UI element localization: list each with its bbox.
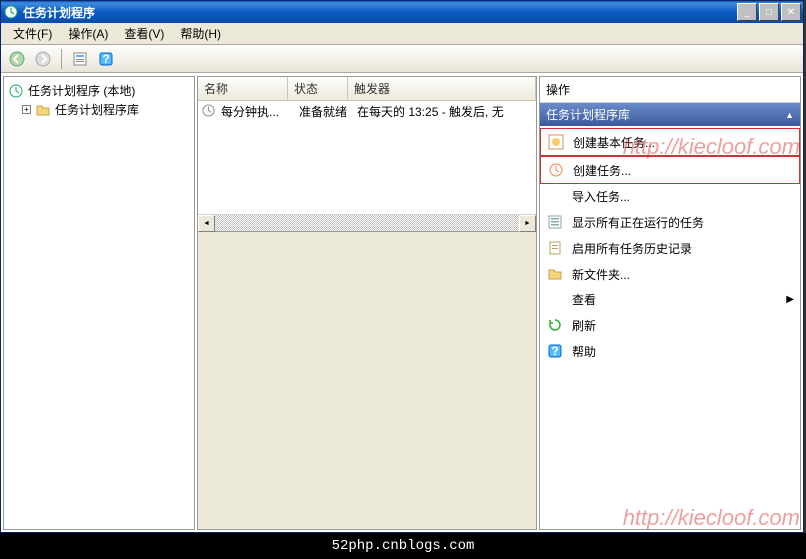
actions-panel: 操作 任务计划程序库 ▲ 创建基本任务... 创建任务... 导入任务...: [539, 76, 801, 530]
action-create-basic-task[interactable]: 创建基本任务...: [540, 128, 800, 156]
col-triggers[interactable]: 触发器: [348, 77, 536, 100]
cell-status: 准备就绪: [295, 103, 351, 120]
footer-watermark: 52php.cnblogs.com: [0, 533, 806, 559]
document-icon: [546, 239, 564, 257]
clock-icon: [3, 4, 19, 20]
action-label: 帮助: [572, 343, 596, 360]
action-refresh[interactable]: 刷新: [540, 312, 800, 338]
middle-panel: 名称 状态 触发器 每分钟执... 准备就绪 在每天的 13:25 - 触发后,…: [197, 76, 537, 530]
folder-icon: [35, 102, 51, 118]
actions-section-header[interactable]: 任务计划程序库 ▲: [540, 103, 800, 126]
action-label: 新文件夹...: [572, 266, 630, 283]
action-label: 创建任务...: [573, 162, 631, 179]
maximize-button[interactable]: □: [759, 3, 779, 21]
clock-icon: [8, 83, 24, 99]
wizard-icon: [547, 133, 565, 151]
cell-triggers: 在每天的 13:25 - 触发后, 无: [353, 103, 532, 120]
collapse-icon: ▲: [785, 110, 794, 120]
action-new-folder[interactable]: 新文件夹...: [540, 261, 800, 287]
actions-section-title: 任务计划程序库: [546, 106, 630, 123]
help-toolbar-button[interactable]: ?: [94, 47, 118, 71]
svg-text:?: ?: [551, 344, 558, 358]
nav-back-button[interactable]: [5, 47, 29, 71]
cell-name: 每分钟执...: [217, 103, 293, 120]
tree-panel: 任务计划程序 (本地) + 任务计划程序库: [3, 76, 195, 530]
clock-icon: [202, 104, 215, 120]
action-label: 启用所有任务历史记录: [572, 240, 692, 257]
actions-pane-title: 操作: [540, 77, 800, 103]
window-title: 任务计划程序: [23, 4, 737, 21]
close-button[interactable]: ✕: [781, 3, 801, 21]
action-label: 创建基本任务...: [573, 134, 655, 151]
action-enable-history[interactable]: 启用所有任务历史记录: [540, 235, 800, 261]
action-help[interactable]: ? 帮助: [540, 338, 800, 364]
menu-view[interactable]: 查看(V): [116, 23, 172, 44]
action-show-running[interactable]: 显示所有正在运行的任务: [540, 209, 800, 235]
action-label: 导入任务...: [572, 188, 630, 205]
app-window: 任务计划程序 _ □ ✕ 文件(F) 操作(A) 查看(V) 帮助(H) ?: [0, 0, 804, 533]
titlebar: 任务计划程序 _ □ ✕: [1, 1, 803, 23]
toolbar: ?: [1, 45, 803, 73]
properties-button[interactable]: [68, 47, 92, 71]
action-label: 刷新: [572, 317, 596, 334]
action-create-task[interactable]: 创建任务...: [540, 156, 800, 184]
menu-action[interactable]: 操作(A): [60, 23, 116, 44]
menu-file[interactable]: 文件(F): [5, 23, 60, 44]
action-import-task[interactable]: 导入任务...: [540, 184, 800, 209]
task-list: 名称 状态 触发器 每分钟执... 准备就绪 在每天的 13:25 - 触发后,…: [197, 76, 537, 232]
col-name[interactable]: 名称: [198, 77, 288, 100]
horizontal-scrollbar[interactable]: ◄ ►: [198, 214, 536, 231]
nav-forward-button[interactable]: [31, 47, 55, 71]
tree-library-node[interactable]: + 任务计划程序库: [6, 100, 192, 119]
scroll-right-icon[interactable]: ►: [519, 215, 536, 232]
svg-text:?: ?: [102, 52, 109, 66]
window-controls: _ □ ✕: [737, 3, 801, 21]
toolbar-separator: [61, 49, 62, 69]
action-list: 创建基本任务... 创建任务... 导入任务... 显示所有正在运行的任务 启用…: [540, 126, 800, 366]
detail-panel: [197, 232, 537, 530]
folder-icon: [546, 265, 564, 283]
minimize-button[interactable]: _: [737, 3, 757, 21]
action-view[interactable]: 查看 ▶: [540, 287, 800, 312]
col-status[interactable]: 状态: [288, 77, 348, 100]
action-label: 查看: [572, 291, 596, 308]
expand-icon[interactable]: +: [22, 105, 31, 114]
submenu-arrow-icon: ▶: [786, 294, 794, 305]
table-row[interactable]: 每分钟执... 准备就绪 在每天的 13:25 - 触发后, 无: [198, 101, 536, 122]
clock-icon: [547, 161, 565, 179]
scroll-track[interactable]: [215, 215, 519, 231]
action-label: 显示所有正在运行的任务: [572, 214, 704, 231]
menubar: 文件(F) 操作(A) 查看(V) 帮助(H): [1, 23, 803, 45]
list-icon: [546, 213, 564, 231]
tree-root-node[interactable]: 任务计划程序 (本地): [6, 81, 192, 100]
list-body: 每分钟执... 准备就绪 在每天的 13:25 - 触发后, 无: [198, 101, 536, 214]
refresh-icon: [546, 316, 564, 334]
scroll-left-icon[interactable]: ◄: [198, 215, 215, 232]
help-icon: ?: [546, 342, 564, 360]
tree-node-label: 任务计划程序 (本地): [28, 82, 135, 99]
menu-help[interactable]: 帮助(H): [172, 23, 229, 44]
content-area: 任务计划程序 (本地) + 任务计划程序库 名称 状态 触发器: [1, 73, 803, 532]
tree-node-label: 任务计划程序库: [55, 101, 139, 118]
list-header: 名称 状态 触发器: [198, 77, 536, 101]
